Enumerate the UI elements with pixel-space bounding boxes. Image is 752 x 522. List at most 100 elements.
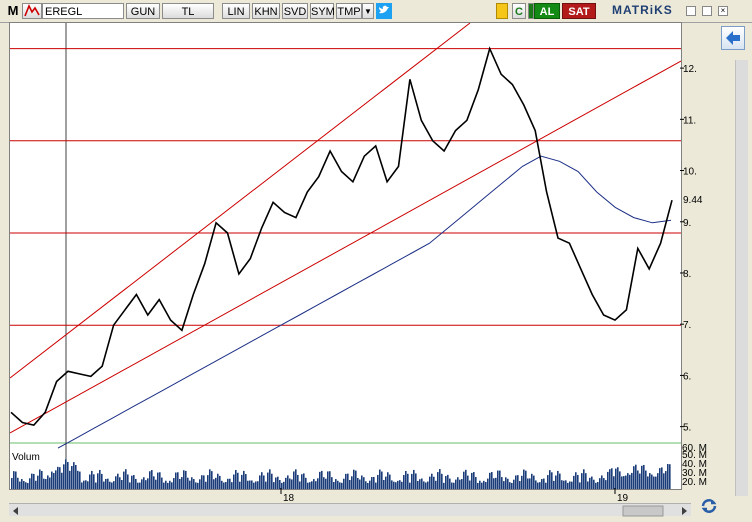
volume-bar xyxy=(75,464,77,489)
volume-bar xyxy=(617,467,619,489)
volume-bar xyxy=(245,474,247,489)
alarm-icon[interactable] xyxy=(496,3,508,19)
volume-bar xyxy=(415,473,417,489)
volume-bar xyxy=(625,475,627,489)
volume-bar xyxy=(437,472,439,489)
volume-bar xyxy=(441,473,443,489)
volume-bar xyxy=(641,465,643,489)
volume-bar xyxy=(377,474,379,489)
volume-bar xyxy=(635,464,637,489)
volume-bar xyxy=(93,474,95,489)
refresh-c-icon[interactable]: C xyxy=(512,3,526,19)
khn-button[interactable]: KHN xyxy=(252,3,280,19)
volume-bar xyxy=(497,470,499,489)
buy-button[interactable]: AL xyxy=(534,3,560,19)
last-price-label: 9.44 xyxy=(683,195,703,206)
minimize-icon[interactable] xyxy=(686,6,696,16)
volume-bar xyxy=(203,475,205,489)
period-button[interactable]: GUN xyxy=(126,3,160,19)
volume-bar xyxy=(123,471,125,489)
volume-bar xyxy=(295,469,297,489)
restore-icon[interactable] xyxy=(702,6,712,16)
linear-scale-button[interactable]: LIN xyxy=(222,3,250,19)
volume-bar xyxy=(177,472,179,489)
volume-bar xyxy=(533,475,535,489)
volume-bar xyxy=(547,475,549,489)
volume-bar xyxy=(555,475,557,489)
volume-bar xyxy=(301,474,303,489)
volume-bar xyxy=(407,473,409,489)
volume-bar xyxy=(151,470,153,489)
y-tick-label: 11. xyxy=(683,115,696,126)
volume-bar xyxy=(241,474,243,489)
volume-bar xyxy=(37,475,39,489)
volume-bar xyxy=(619,471,621,489)
svd-button[interactable]: SVD xyxy=(282,3,308,19)
volume-bar xyxy=(133,475,135,489)
volume-bar xyxy=(97,473,99,489)
x-axis: 18 19 xyxy=(280,488,629,504)
volume-bar xyxy=(577,474,579,489)
volume-bar xyxy=(379,469,381,489)
volume-bar xyxy=(523,469,525,489)
sell-button[interactable]: SAT xyxy=(562,3,596,19)
volume-bar xyxy=(15,471,17,489)
volume-bar xyxy=(51,471,53,489)
flag-icon[interactable] xyxy=(22,3,42,19)
volume-bar xyxy=(57,466,59,489)
volume-bar xyxy=(55,470,57,489)
sync-icon[interactable] xyxy=(699,496,719,516)
volume-bar xyxy=(609,469,611,489)
back-arrow-icon[interactable] xyxy=(721,26,745,50)
volume-bar xyxy=(669,464,671,489)
volume-bar xyxy=(99,469,101,489)
volume-bar xyxy=(345,473,347,489)
volume-bar xyxy=(127,474,129,489)
volume-bar xyxy=(67,462,69,489)
app-window: { "toolbar": { "logo": "M", "symbol": "E… xyxy=(0,0,752,522)
volume-bar xyxy=(263,475,265,489)
volume-bar xyxy=(471,472,473,489)
horizontal-scrollbar[interactable] xyxy=(9,503,691,517)
sym-button[interactable]: SYM xyxy=(310,3,335,19)
volume-bar xyxy=(293,471,295,489)
volume-bar xyxy=(319,471,321,489)
volume-bar xyxy=(59,467,61,489)
toolbar: M EREGL GUN TL LIN KHN SVD SYM TMP ▼ C A… xyxy=(0,0,752,23)
volume-label: Volum xyxy=(12,452,40,463)
volume-bar xyxy=(549,470,551,489)
currency-button[interactable]: TL xyxy=(162,3,214,19)
volume-bar xyxy=(663,473,665,489)
y-axis: 5. 6. 7. 8. 9. 10. 11. 12. 9.44 xyxy=(680,64,703,434)
volume-bar xyxy=(329,471,331,489)
volume-bar xyxy=(183,470,185,489)
volume-bar xyxy=(665,471,667,489)
volume-bar xyxy=(235,470,237,489)
volume-bar xyxy=(175,472,177,489)
close-icon[interactable]: × xyxy=(718,6,728,16)
price-chart[interactable]: Volum xyxy=(9,22,682,490)
volume-bar xyxy=(259,475,261,489)
volume-bar xyxy=(149,471,151,489)
volume-bar xyxy=(387,472,389,489)
template-dropdown-icon[interactable]: ▼ xyxy=(362,3,374,19)
volume-bar xyxy=(575,472,577,489)
volume-bar xyxy=(39,469,41,489)
volume-bar xyxy=(209,469,211,489)
volume-bar xyxy=(431,473,433,489)
volume-bar xyxy=(463,471,465,489)
volume-bar xyxy=(639,473,641,489)
volume-bar xyxy=(403,475,405,489)
volume-bar xyxy=(73,462,75,489)
symbol-input[interactable]: EREGL xyxy=(42,3,124,19)
volume-bar xyxy=(69,470,71,489)
twitter-icon[interactable] xyxy=(376,3,392,19)
volume-bar xyxy=(271,473,273,489)
volume-bar xyxy=(467,475,469,489)
volume-bar xyxy=(269,469,271,489)
template-button[interactable]: TMP xyxy=(336,3,362,19)
volume-bar xyxy=(381,471,383,489)
volume-bar xyxy=(465,469,467,489)
volume-bar xyxy=(611,468,613,489)
vertical-scrollbar[interactable] xyxy=(735,60,748,496)
